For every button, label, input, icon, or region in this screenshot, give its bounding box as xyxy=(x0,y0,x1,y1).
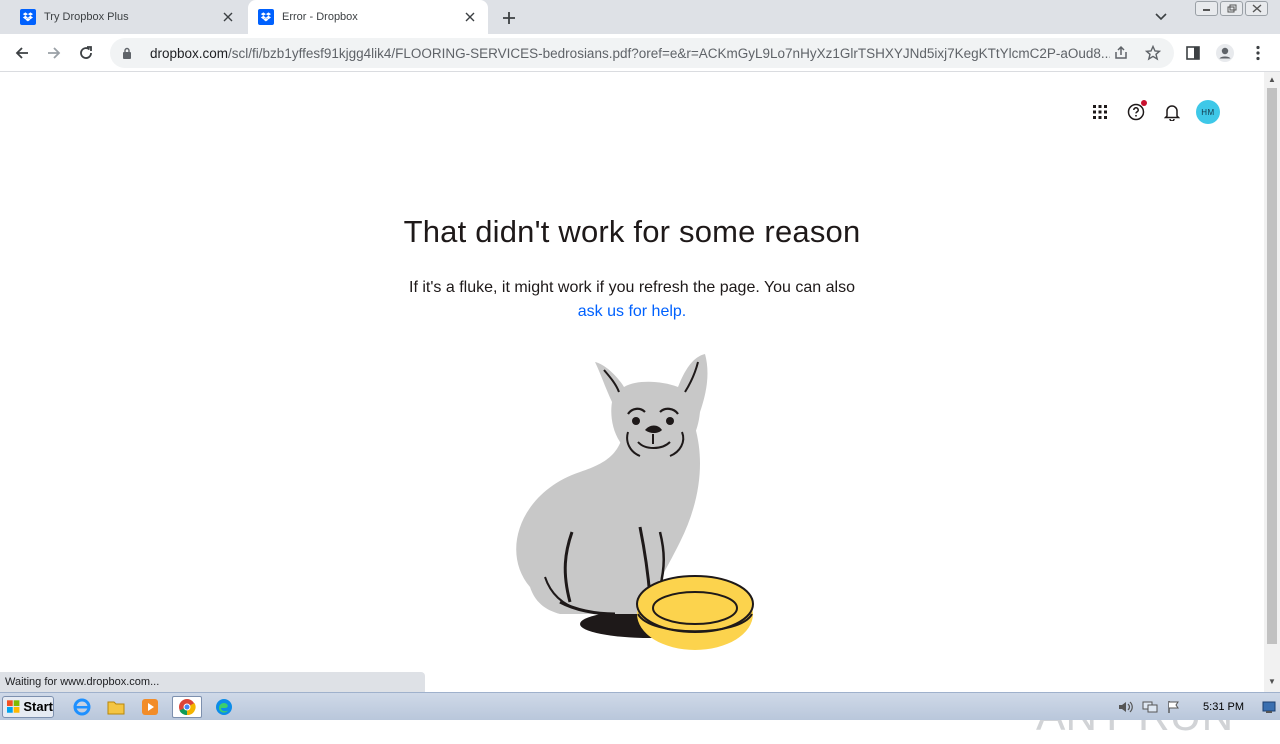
error-text: If it's a fluke, it might work if you re… xyxy=(409,279,855,296)
tab-title: Try Dropbox Plus xyxy=(44,11,129,23)
windows-taskbar: Start 5:31 PM xyxy=(0,692,1280,720)
close-icon[interactable] xyxy=(462,9,478,25)
kebab-menu-icon[interactable] xyxy=(1246,41,1270,65)
scroll-down-arrow[interactable]: ▼ xyxy=(1268,678,1276,686)
header-actions: HM xyxy=(1088,100,1220,124)
sad-dog-illustration xyxy=(516,354,754,650)
bookmark-star-icon[interactable] xyxy=(1142,42,1164,64)
address-bar[interactable]: dropbox.com/scl/fi/bzb1yffesf91kjgg4lik4… xyxy=(110,38,1174,68)
chevron-down-icon[interactable] xyxy=(1152,9,1170,25)
back-button[interactable] xyxy=(10,41,34,65)
error-message: If it's a fluke, it might work if you re… xyxy=(0,276,1264,324)
url-path: /scl/fi/bzb1yffesf91kjgg4lik4/FLOORING-S… xyxy=(228,45,1110,61)
tab-title: Error - Dropbox xyxy=(282,11,358,23)
bell-icon[interactable] xyxy=(1160,100,1184,124)
new-tab-button[interactable] xyxy=(499,8,519,28)
start-button[interactable]: Start xyxy=(2,695,54,718)
internet-explorer-icon[interactable] xyxy=(70,696,94,718)
page-title: That didn't work for some reason xyxy=(403,214,861,249)
volume-icon[interactable] xyxy=(1117,698,1135,716)
show-desktop-icon[interactable] xyxy=(1262,700,1276,714)
profile-icon[interactable] xyxy=(1213,41,1237,65)
close-window-button[interactable] xyxy=(1245,1,1268,16)
minimize-button[interactable] xyxy=(1195,1,1218,16)
url-text[interactable]: dropbox.com/scl/fi/bzb1yffesf91kjgg4lik4… xyxy=(150,46,1110,61)
reload-button[interactable] xyxy=(74,41,98,65)
avatar[interactable]: HM xyxy=(1196,100,1220,124)
tab-try-dropbox-plus[interactable]: Try Dropbox Plus xyxy=(0,0,246,34)
scroll-up-arrow[interactable]: ▲ xyxy=(1268,76,1276,84)
chrome-icon[interactable] xyxy=(172,695,202,718)
window-controls xyxy=(1195,1,1268,16)
windows-logo-icon xyxy=(7,699,20,713)
url-host: dropbox.com xyxy=(150,45,229,61)
dropbox-icon xyxy=(20,9,36,25)
file-explorer-icon[interactable] xyxy=(104,696,128,718)
tab-error-dropbox[interactable]: Error - Dropbox xyxy=(248,0,488,34)
restore-button[interactable] xyxy=(1220,1,1243,16)
network-icon[interactable] xyxy=(1141,698,1159,716)
status-bar: Waiting for www.dropbox.com... xyxy=(0,672,425,692)
lock-icon[interactable] xyxy=(120,46,134,60)
browser-toolbar: dropbox.com/scl/fi/bzb1yffesf91kjgg4lik4… xyxy=(0,34,1280,72)
app-grid-icon[interactable] xyxy=(1088,100,1112,124)
forward-button[interactable] xyxy=(42,41,66,65)
scroll-thumb[interactable] xyxy=(1267,88,1277,644)
help-link[interactable]: ask us for help. xyxy=(578,303,687,320)
edge-icon[interactable] xyxy=(212,696,236,718)
scrollbar[interactable]: ▲ ▼ xyxy=(1264,72,1280,692)
system-tray: 5:31 PM xyxy=(1117,693,1280,721)
tab-strip: Try Dropbox Plus Error - Dropbox xyxy=(0,0,1280,34)
close-icon[interactable] xyxy=(220,9,236,25)
taskbar-clock[interactable]: 5:31 PM xyxy=(1203,701,1244,713)
media-player-icon[interactable] xyxy=(138,696,162,718)
share-icon[interactable] xyxy=(1110,42,1132,64)
flag-icon[interactable] xyxy=(1165,698,1183,716)
side-panel-icon[interactable] xyxy=(1181,41,1205,65)
help-icon[interactable] xyxy=(1124,100,1148,124)
notification-dot xyxy=(1141,100,1147,106)
dropbox-icon xyxy=(258,9,274,25)
page-content: HM That didn't work for some reason If i… xyxy=(0,72,1264,740)
start-label: Start xyxy=(23,699,53,714)
